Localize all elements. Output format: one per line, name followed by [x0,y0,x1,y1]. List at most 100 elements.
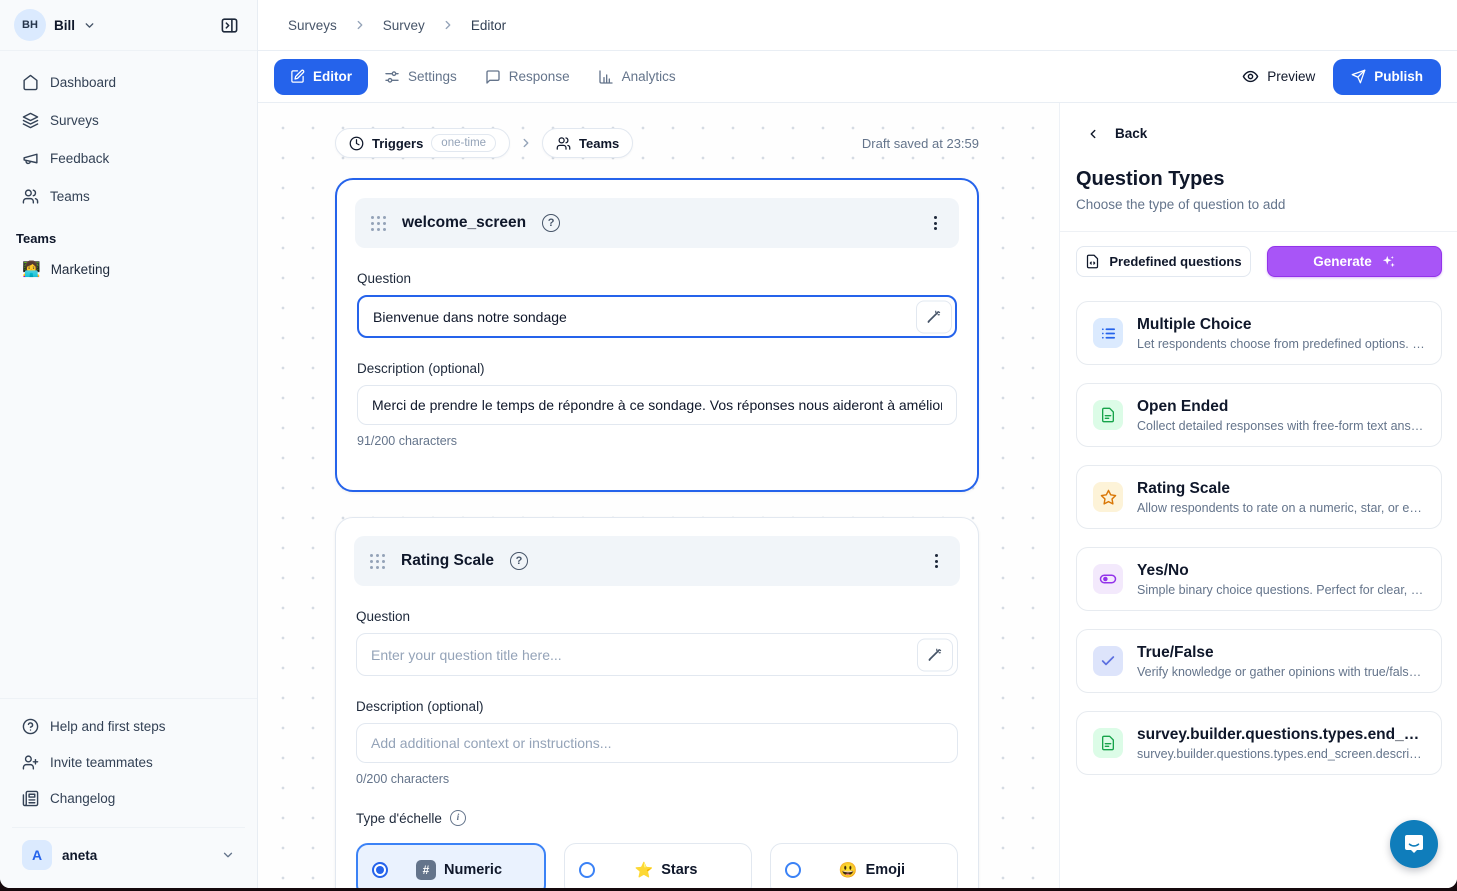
tab-editor[interactable]: Editor [274,59,368,95]
question-type-open-ended[interactable]: Open Ended Collect detailed responses wi… [1076,383,1442,447]
draft-status: Draft saved at 23:59 [862,136,979,151]
breadcrumb-surveys[interactable]: Surveys [288,18,337,33]
ai-rewrite-button[interactable] [917,638,953,671]
breadcrumb-editor[interactable]: Editor [471,18,506,33]
sidebar-item-label: Help and first steps [50,719,166,734]
question-type-rating-scale[interactable]: Rating Scale Allow respondents to rate o… [1076,465,1442,529]
document-icon [1093,728,1123,758]
sliders-icon [384,69,400,85]
sidebar-toggle-button[interactable] [215,11,243,39]
welcome-screen-card[interactable]: welcome_screen ? Question [335,178,979,492]
sidebar-nav: Dashboard Surveys Feedback Teams [0,51,257,217]
type-description: Allow respondents to rate on a numeric, … [1137,501,1425,515]
help-circle-icon[interactable]: ? [510,552,528,570]
users-icon [22,188,39,205]
magic-wand-icon [928,648,942,662]
sidebar-item-surveys[interactable]: Surveys [12,103,245,137]
breadcrumb-survey[interactable]: Survey [383,18,425,33]
drag-handle-icon[interactable] [371,216,386,231]
ai-rewrite-button[interactable] [916,300,952,333]
radio-icon [785,862,801,878]
question-input[interactable] [357,295,957,338]
sidebar-item-feedback[interactable]: Feedback [12,141,245,175]
teams-chip[interactable]: Teams [542,128,633,158]
sidebar-item-label: Surveys [50,113,99,128]
info-icon[interactable]: i [450,810,466,826]
teams-chip-label: Teams [579,136,619,151]
sidebar-footer-nav: Help and first steps Invite teammates Ch… [0,698,257,819]
rating-card-header: Rating Scale ? [354,536,960,586]
layers-icon [22,112,39,129]
rating-scale-card[interactable]: Rating Scale ? Question [335,517,979,888]
tab-label: Analytics [622,69,676,84]
description-input[interactable] [357,385,957,425]
panel-toggle-icon [220,16,239,35]
chat-launcher-button[interactable] [1390,820,1438,868]
type-title: Multiple Choice [1137,316,1425,334]
question-label: Question [357,271,957,286]
back-button[interactable]: Back [1076,126,1442,141]
megaphone-icon [22,150,39,167]
type-description: Verify knowledge or gather opinions with… [1137,665,1425,679]
scale-option-emoji[interactable]: 😃 Emoji [770,843,958,888]
star-emoji-icon: ⭐ [635,861,654,879]
triggers-label: Triggers [372,136,423,151]
chevron-down-icon [221,848,235,862]
type-title: survey.builder.questions.types.end_scr..… [1137,726,1425,744]
tab-response[interactable]: Response [473,59,582,95]
one-time-badge: one-time [431,134,496,152]
help-circle-icon[interactable]: ? [542,214,560,232]
teams-section-label: Teams [0,217,257,252]
publish-label: Publish [1374,69,1423,84]
chevron-down-icon [83,19,96,32]
question-input[interactable] [356,633,958,676]
editor-content: Triggers one-time Teams Draft saved at 2… [258,103,1457,888]
publish-button[interactable]: Publish [1333,59,1441,95]
sidebar-item-marketing[interactable]: 👩‍💻 Marketing [0,252,257,286]
question-types-panel: Back Question Types Choose the type of q… [1059,103,1457,888]
tab-analytics[interactable]: Analytics [586,59,688,95]
sidebar-item-invite[interactable]: Invite teammates [12,745,245,779]
chat-bubble-icon [1402,832,1426,856]
file-icon [1085,254,1100,269]
tab-label: Settings [408,69,457,84]
survey-editor-app: BH Bill Dashboard Surv [0,0,1457,888]
send-icon [1351,69,1366,84]
scale-option-stars[interactable]: ⭐ Stars [564,843,752,888]
team-name-label: Marketing [51,262,110,277]
kebab-menu-icon[interactable] [928,210,943,236]
preview-button[interactable]: Preview [1242,68,1315,85]
workspace-switcher[interactable]: BH Bill [0,0,257,51]
generate-button[interactable]: Generate [1267,246,1442,277]
account-menu[interactable]: A aneta [12,827,245,876]
description-input[interactable] [356,723,958,763]
question-type-yes-no[interactable]: Yes/No Simple binary choice questions. P… [1076,547,1442,611]
char-count: 91/200 characters [357,434,957,448]
kebab-menu-icon[interactable] [929,548,944,574]
triggers-chip[interactable]: Triggers one-time [335,128,510,158]
type-title: Yes/No [1137,562,1425,580]
list-icon [1093,318,1123,348]
sidebar: BH Bill Dashboard Surv [0,0,258,888]
question-type-multiple-choice[interactable]: Multiple Choice Let respondents choose f… [1076,301,1442,365]
type-title: True/False [1137,644,1425,662]
sidebar-item-dashboard[interactable]: Dashboard [12,65,245,99]
option-label: Emoji [866,862,905,878]
type-description: survey.builder.questions.types.end_scree… [1137,747,1425,761]
document-icon [1093,400,1123,430]
check-icon [1093,646,1123,676]
description-label: Description (optional) [357,361,957,376]
sidebar-item-teams[interactable]: Teams [12,179,245,213]
card-title: welcome_screen [402,214,526,232]
users-icon [556,136,571,151]
question-type-true-false[interactable]: True/False Verify knowledge or gather op… [1076,629,1442,693]
question-type-end-screen[interactable]: survey.builder.questions.types.end_scr..… [1076,711,1442,775]
breadcrumb: Surveys Survey Editor [258,0,1457,51]
sidebar-item-help[interactable]: Help and first steps [12,709,245,743]
drag-handle-icon[interactable] [370,554,385,569]
predefined-questions-button[interactable]: Predefined questions [1076,246,1251,277]
scale-option-numeric[interactable]: # Numeric [356,843,546,888]
tab-settings[interactable]: Settings [372,59,469,95]
sidebar-item-changelog[interactable]: Changelog [12,781,245,815]
sidebar-item-label: Dashboard [50,75,116,90]
